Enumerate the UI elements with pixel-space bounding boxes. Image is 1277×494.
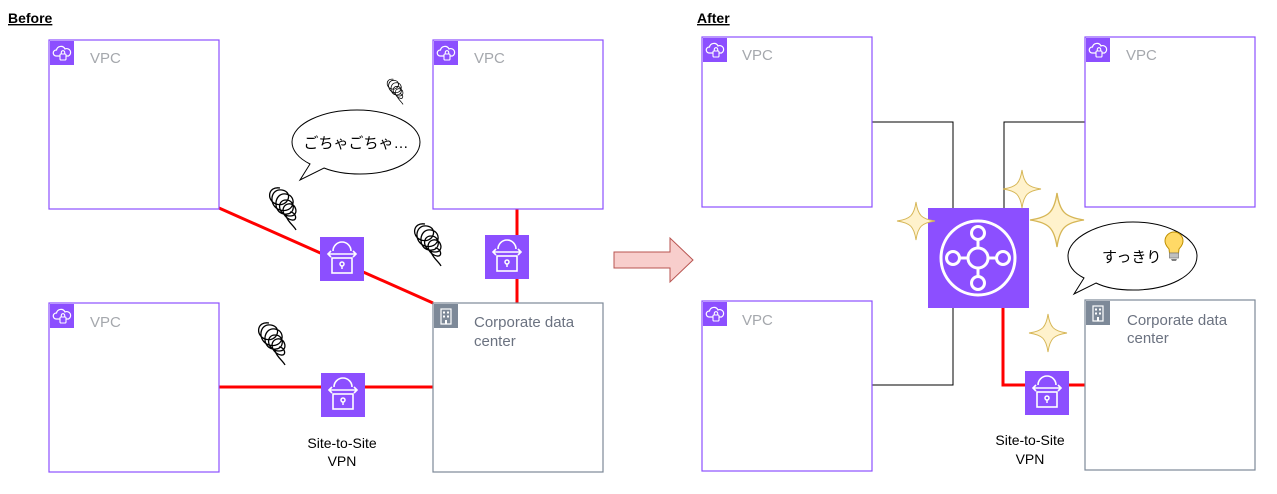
vpc-icon xyxy=(433,40,459,66)
before-speech-bubble: ごちゃごちゃ… xyxy=(291,109,421,182)
tgw-attachment-line xyxy=(872,308,954,386)
vpn-gateway-lock-icon[interactable] xyxy=(319,236,365,282)
after-vpc-top-right[interactable]: VPC xyxy=(1084,36,1256,208)
corporate-building-icon xyxy=(433,303,459,329)
vpc-label: VPC xyxy=(742,312,773,329)
dc-label-line2: center xyxy=(1127,330,1169,347)
before-heading: Before xyxy=(8,10,53,26)
before-vpc-bottom-left[interactable]: VPC xyxy=(48,302,220,473)
before-vpc-top-right[interactable]: VPC xyxy=(432,39,604,210)
vpc-label: VPC xyxy=(1126,47,1157,64)
vpc-label: VPC xyxy=(90,50,121,67)
scribble-icon xyxy=(413,223,442,267)
after-vpc-bottom-left[interactable]: VPC xyxy=(701,300,873,472)
dc-label-line2: center xyxy=(474,333,516,350)
vpc-label: VPC xyxy=(742,47,773,64)
sparkle-icon xyxy=(1002,169,1042,209)
dc-label-line1: Corporate data xyxy=(474,314,575,331)
vpc-icon xyxy=(702,301,728,327)
vpc-label: VPC xyxy=(90,314,121,331)
sparkle-icon xyxy=(1029,192,1085,248)
vpc-icon xyxy=(49,303,75,329)
vpc-icon xyxy=(702,37,728,63)
scribble-icon xyxy=(386,78,404,105)
vpn-gateway-lock-icon[interactable] xyxy=(320,372,366,418)
before-vpc-top-left[interactable]: VPC xyxy=(48,39,220,210)
architecture-diagram: Before VPC VPC VPC Corporate data center… xyxy=(8,10,1256,473)
corporate-building-icon xyxy=(1085,300,1111,326)
vpc-icon xyxy=(49,40,75,66)
bubble-text: ごちゃごちゃ… xyxy=(303,135,408,152)
transit-gateway-hub-icon[interactable] xyxy=(928,208,1029,308)
after-corporate-data-center[interactable]: Corporate data center xyxy=(1084,299,1256,471)
vpn-gateway-lock-icon[interactable] xyxy=(1024,370,1070,416)
scribble-icon xyxy=(268,187,297,231)
tgw-attachment-line xyxy=(872,121,954,208)
bubble-text: すっきり xyxy=(1102,249,1161,266)
after-speech-bubble: すっきり xyxy=(1067,221,1198,296)
vpn-gateway-lock-icon[interactable] xyxy=(484,234,530,280)
scribble-icon xyxy=(257,322,286,366)
transition-arrow xyxy=(613,236,694,284)
vpn-caption-line1: Site-to-Site xyxy=(995,432,1064,448)
after-heading: After xyxy=(697,10,730,26)
tgw-attachment-line xyxy=(1003,121,1085,208)
vpc-label: VPC xyxy=(474,50,505,67)
vpn-caption-line1: Site-to-Site xyxy=(307,435,376,451)
after-vpc-top-left[interactable]: VPC xyxy=(701,36,873,208)
sparkle-icon xyxy=(1028,313,1068,353)
vpn-caption-line2: VPN xyxy=(328,453,357,469)
before-corporate-data-center[interactable]: Corporate data center xyxy=(432,302,604,473)
dc-label-line1: Corporate data xyxy=(1127,312,1228,329)
vpn-caption-line2: VPN xyxy=(1016,451,1045,467)
vpc-icon xyxy=(1085,37,1111,63)
